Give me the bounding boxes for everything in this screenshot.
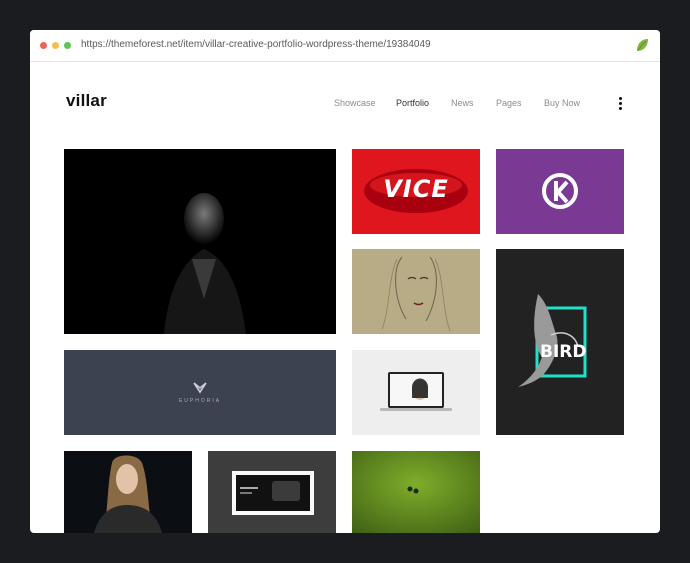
nav-pages[interactable]: Pages [496,98,522,108]
nav-showcase[interactable]: Showcase [334,98,376,108]
nav-buy-now[interactable]: Buy Now [544,98,580,108]
sketch-image [381,256,451,332]
portfolio-tile-euphoria[interactable]: EUPHORIA [64,350,336,435]
euphoria-title: EUPHORIA [178,398,222,404]
browser-titlebar: https://themeforest.net/item/villar-crea… [30,30,660,62]
site-logo[interactable]: villar [66,91,107,111]
vice-title: VICE [383,175,449,203]
portfolio-tile-sketch[interactable] [352,249,480,334]
nav-portfolio[interactable]: Portfolio [390,98,435,112]
site-header: villar Showcase Portfolio News Pages Buy… [30,62,660,146]
minimize-window-button[interactable] [52,42,59,49]
portfolio-tile-portrait-man[interactable] [64,149,336,334]
nav-news[interactable]: News [451,98,474,108]
portfolio-tile-k-logo[interactable] [496,149,624,234]
browser-window: https://themeforest.net/item/villar-crea… [30,30,660,533]
portfolio-tile-device[interactable] [208,451,336,533]
portfolio-tile-grass[interactable] [352,451,480,533]
address-bar[interactable]: https://themeforest.net/item/villar-crea… [81,39,431,50]
laptop-mockup-image [380,372,452,411]
device-mockup-image [232,471,314,515]
portfolio-tile-vice[interactable]: VICE [352,149,480,234]
bird-title: BIRD [540,342,587,362]
grass-field-image [352,451,480,533]
close-window-button[interactable] [40,42,47,49]
portfolio-tile-bird[interactable]: BIRD [496,249,624,435]
more-menu-icon[interactable] [619,97,623,111]
portrait-image [164,193,246,334]
k-logo-icon [542,173,578,209]
woman-portrait-image [94,455,162,533]
leaf-icon[interactable] [634,37,650,53]
portfolio-tile-woman[interactable] [64,451,192,533]
maximize-window-button[interactable] [64,42,71,49]
portfolio-tile-laptop[interactable] [352,350,480,435]
euphoria-logo-icon [193,382,207,394]
